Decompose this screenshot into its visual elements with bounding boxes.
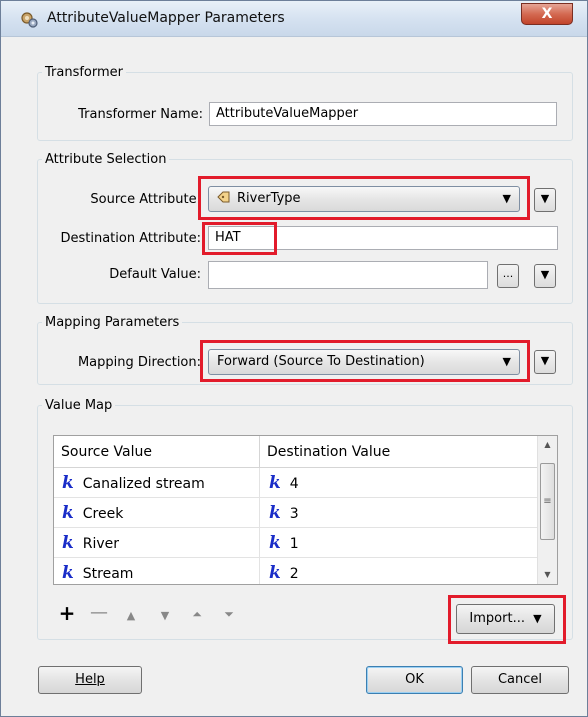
value-map-legend: Value Map [45, 398, 113, 413]
source-value-cell[interactable]: k Stream [54, 558, 260, 584]
mapping-direction-menu-button[interactable]: ▼ [534, 350, 556, 374]
default-value-browse-button[interactable]: ... [497, 264, 519, 288]
value-type-icon: k [269, 503, 281, 523]
column-header-destination[interactable]: Destination Value [260, 436, 538, 468]
table-row[interactable]: k River k1 [54, 528, 538, 558]
chevron-down-icon: ▼ [502, 192, 511, 205]
transformer-name-label: Transformer Name: [78, 107, 203, 122]
table-row[interactable]: k Stream k2 [54, 558, 538, 584]
table-header: Source Value Destination Value [54, 436, 538, 468]
chevron-down-icon: ▼ [540, 192, 550, 205]
chevron-down-icon: ▼ [533, 612, 542, 625]
destination-value-cell[interactable]: k4 [260, 468, 538, 498]
mapping-direction-value: Forward (Source To Destination) [217, 354, 425, 369]
mapping-direction-label: Mapping Direction: [77, 355, 201, 370]
default-value-input[interactable] [208, 261, 488, 289]
add-icon[interactable]: + [57, 601, 77, 625]
attribute-tag-icon [217, 191, 230, 203]
default-value-label: Default Value: [109, 267, 201, 282]
value-type-icon: k [62, 503, 74, 523]
table-row[interactable]: k Creek k3 [54, 498, 538, 528]
mapping-parameters-legend: Mapping Parameters [45, 315, 180, 330]
move-bottom-icon[interactable]: ⏷ [219, 607, 239, 622]
gears-icon [21, 12, 38, 28]
dialog-window: AttributeValueMapper Parameters X Transf… [0, 0, 588, 717]
destination-value-cell[interactable]: k2 [260, 558, 538, 584]
ellipsis-icon: ... [502, 267, 514, 280]
transformer-legend: Transformer [45, 65, 124, 80]
close-button[interactable]: X [521, 3, 573, 25]
chevron-down-icon: ▼ [540, 268, 550, 281]
close-icon: X [541, 6, 553, 22]
source-value-cell[interactable]: k Canalized stream [54, 468, 260, 498]
source-value-text: Canalized stream [82, 476, 205, 492]
value-map-table[interactable]: Source Value Destination Value k Canalize… [53, 435, 558, 585]
source-value-text: Stream [82, 566, 134, 582]
destination-value-cell[interactable]: k3 [260, 498, 538, 528]
cancel-button-label: Cancel [497, 672, 543, 687]
destination-value-cell[interactable]: k1 [260, 528, 538, 558]
value-type-icon: k [62, 533, 74, 553]
destination-value-text: 3 [289, 506, 299, 522]
help-button-label: Help [75, 672, 105, 687]
value-type-icon: k [269, 533, 281, 553]
column-header-source[interactable]: Source Value [54, 436, 260, 468]
attribute-selection-legend: Attribute Selection [45, 152, 167, 167]
mapping-direction-select[interactable]: Forward (Source To Destination) ▼ [208, 349, 520, 375]
destination-attribute-input[interactable]: HAT [208, 226, 558, 250]
cancel-button[interactable]: Cancel [471, 666, 569, 694]
source-attribute-menu-button[interactable]: ▼ [534, 188, 556, 212]
source-attribute-select[interactable]: RiverType ▼ [208, 186, 520, 212]
remove-icon[interactable]: — [89, 602, 109, 623]
chevron-down-icon: ▼ [540, 354, 550, 367]
import-button-label: Import... [469, 611, 525, 626]
scrollbar-thumb[interactable]: ≡ [540, 463, 555, 540]
source-value-text: River [82, 536, 120, 552]
title-bar: AttributeValueMapper Parameters X [1, 1, 587, 37]
ok-button[interactable]: OK [366, 666, 463, 694]
table-row[interactable]: k Canalized stream k4 [54, 468, 538, 498]
import-button[interactable]: Import... ▼ [456, 604, 555, 634]
help-button[interactable]: Help [38, 666, 142, 694]
window-title: AttributeValueMapper Parameters [47, 10, 285, 26]
move-top-icon[interactable]: ⏶ [187, 607, 207, 622]
chevron-down-icon: ▼ [502, 355, 511, 368]
destination-value-text: 1 [289, 536, 299, 552]
value-type-icon: k [62, 473, 74, 493]
scroll-up-icon[interactable]: ▲ [538, 436, 557, 454]
destination-value-text: 2 [289, 566, 299, 582]
default-value-menu-button[interactable]: ▼ [534, 264, 556, 288]
move-up-icon[interactable]: ▲ [121, 609, 141, 622]
source-value-cell[interactable]: k River [54, 528, 260, 558]
value-type-icon: k [269, 473, 281, 493]
move-down-icon[interactable]: ▼ [155, 609, 175, 622]
destination-attribute-label: Destination Attribute: [60, 231, 201, 246]
source-attribute-value: RiverType [237, 191, 301, 206]
value-type-icon: k [269, 563, 281, 583]
destination-value-text: 4 [289, 476, 299, 492]
table-vertical-scrollbar[interactable]: ▲ ≡ ▼ [537, 436, 557, 584]
value-type-icon: k [62, 563, 74, 583]
source-value-cell[interactable]: k Creek [54, 498, 260, 528]
source-value-text: Creek [82, 506, 124, 522]
ok-button-label: OK [405, 672, 424, 687]
source-attribute-label: Source Attribute: [90, 192, 201, 207]
transformer-name-input[interactable]: AttributeValueMapper [209, 102, 557, 126]
scroll-down-icon[interactable]: ▼ [538, 566, 557, 584]
